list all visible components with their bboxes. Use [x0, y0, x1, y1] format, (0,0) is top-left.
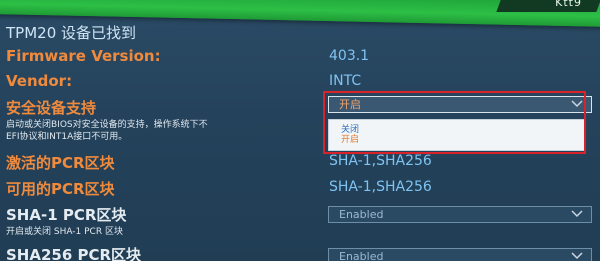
page-title: TPM20 设备已找到 — [6, 24, 137, 42]
firmware-version-value: 403.1 — [329, 48, 370, 64]
active-pcr-banks-value: SHA-1,SHA256 — [329, 153, 432, 169]
bios-screen: Ktt9 TPM20 设备已找到 Firmware Version: 403.1… — [0, 0, 600, 261]
secure-device-support-selected: 开启 — [339, 98, 361, 111]
secure-device-support-desc-line2: EFI协议和INT1A接口不可用。 — [6, 132, 128, 142]
secure-device-support-select[interactable]: 开启 — [328, 96, 592, 113]
chevron-down-icon — [571, 100, 583, 108]
top-banner-text: Ktt9 — [555, 0, 582, 9]
chevron-down-icon — [571, 252, 583, 260]
available-pcr-banks-label: 可用的PCR区块 — [6, 180, 115, 198]
secure-device-support-dropdown: 关闭 开启 — [328, 119, 586, 151]
vendor-value: INTC — [329, 73, 362, 89]
sha256-pcr-bank-label: SHA256 PCR区块 — [6, 246, 142, 261]
sha1-pcr-bank-select[interactable]: Enabled — [328, 206, 592, 223]
vendor-label: Vendor: — [6, 72, 73, 90]
dropdown-option-off[interactable]: 关闭 — [341, 125, 359, 135]
sha1-pcr-bank-desc: 开启或关闭 SHA-1 PCR 区块 — [6, 227, 123, 237]
sha256-pcr-bank-selected: Enabled — [339, 250, 384, 261]
dropdown-option-on[interactable]: 开启 — [341, 135, 359, 145]
firmware-version-label: Firmware Version: — [6, 47, 161, 65]
secure-device-support-label: 安全设备支持 — [6, 99, 97, 117]
secure-device-support-desc-line1: 启动或关闭BIOS对安全设备的支持，操作系统下不 — [6, 120, 208, 130]
available-pcr-banks-value: SHA-1,SHA256 — [329, 179, 432, 195]
top-banner-corner — [496, 0, 600, 12]
sha1-pcr-bank-selected: Enabled — [339, 208, 384, 221]
active-pcr-banks-label: 激活的PCR区块 — [6, 154, 115, 172]
chevron-down-icon — [571, 210, 583, 218]
sha1-pcr-bank-label: SHA-1 PCR区块 — [6, 206, 127, 224]
sha256-pcr-bank-select[interactable]: Enabled — [328, 248, 592, 261]
